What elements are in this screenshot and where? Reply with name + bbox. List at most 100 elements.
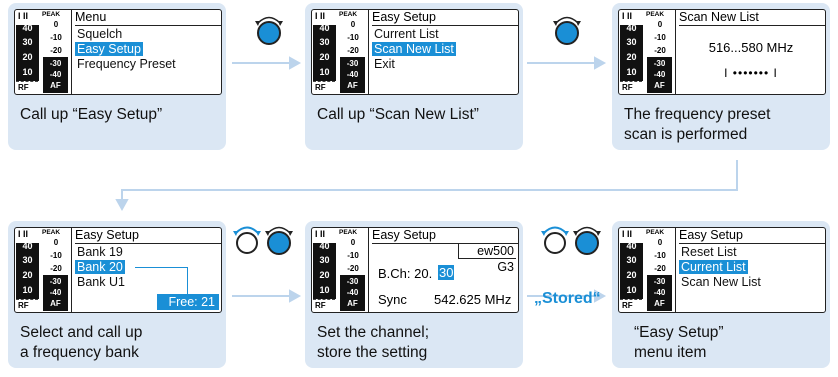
menu-item-selected[interactable]: Scan New List — [372, 42, 456, 56]
menu-item-selected[interactable]: Bank 20 — [75, 260, 125, 274]
rf-label: RF — [622, 83, 633, 92]
caption-line: store the setting — [317, 344, 428, 361]
rf-db-40: 40 — [319, 241, 330, 251]
jog-dial-turn-icon — [232, 222, 262, 256]
af-label: AF — [654, 299, 665, 308]
step-card-4: I II 40 30 20 10 RF PEAK 0 -10 -20 -30 -… — [8, 221, 226, 368]
peak-label: PEAK — [646, 229, 665, 236]
step-card-3: I II 40 30 20 10 RF PEAK 0 -10 -20 -30 -… — [612, 3, 830, 150]
display-screen: I II 40 30 20 10 RF PEAK 0 -10 -20 -30 -… — [14, 9, 222, 95]
peak-label: PEAK — [42, 11, 61, 18]
step-caption: Call up “Scan New List” — [317, 106, 479, 123]
menu-title: Menu — [75, 10, 221, 26]
sync-label: Sync — [378, 292, 407, 307]
display-screen: I II 40 30 20 10 RF PEAK 0 -10 -20 -30 -… — [14, 227, 222, 313]
channel-label: B.Ch: 20. — [378, 266, 433, 281]
menu-title: Scan New List — [679, 10, 825, 26]
af-value: -10 — [50, 251, 62, 260]
af-label: AF — [347, 81, 358, 90]
af-label: AF — [50, 299, 61, 308]
af-meter: PEAK 0 -10 -20 -30 -40 AF — [339, 229, 366, 311]
step-caption: Set the channel; store the setting — [317, 323, 517, 363]
jog-dial-press-icon — [552, 12, 582, 46]
af-value: -20 — [50, 46, 62, 55]
af-value: -10 — [347, 251, 359, 260]
rf-value: 20 — [626, 270, 637, 280]
menu: Easy Setup Reset List Current List Scan … — [677, 228, 825, 312]
step-caption: Select and call up a frequency bank — [20, 323, 220, 363]
free-channels-badge: Free: 21 — [157, 294, 219, 310]
rf-value: 30 — [22, 37, 33, 47]
channel-value[interactable]: 30 — [438, 265, 455, 280]
stored-label: „Stored“ — [534, 290, 601, 307]
level-meter: I II 40 30 20 10 RF PEAK 0 -10 -20 -30 -… — [312, 10, 369, 94]
caption-line: Select and call up — [20, 324, 143, 341]
rf-label: RF — [18, 83, 29, 92]
menu-item[interactable]: Current List — [372, 27, 441, 41]
level-meter: I II 40 30 20 10 RF PEAK 0 -10 -20 -30 -… — [619, 228, 676, 312]
display-screen: I II 40 30 20 10 RF PEAK 0 -10 -20 -30 -… — [311, 9, 519, 95]
af-value: -20 — [654, 264, 666, 273]
step-caption: Call up “Easy Setup” — [20, 106, 163, 123]
menu-item-selected[interactable]: Current List — [679, 260, 748, 274]
rf-value: 20 — [22, 52, 33, 62]
rf-meter: I II 40 30 20 10 RF — [16, 229, 39, 311]
af-value: -20 — [347, 264, 359, 273]
af-meter: PEAK 0 -10 -20 -30 -40 AF — [646, 229, 673, 311]
menu-item-selected[interactable]: Easy Setup — [75, 42, 143, 56]
rf-meter: I II 40 30 20 10 RF — [620, 229, 643, 311]
peak-label: PEAK — [646, 11, 665, 18]
rf-label: RF — [18, 301, 29, 310]
rf-value: 10 — [22, 67, 33, 77]
caption-line: The frequency preset — [624, 106, 771, 123]
af-value: -40 — [653, 288, 666, 297]
af-meter: PEAK 0 -10 -20 -30 -40 AF — [646, 11, 673, 93]
rf-meter: I II 40 30 20 10 RF — [16, 11, 39, 93]
rf-value: 20 — [626, 52, 637, 62]
menu: Easy Setup Bank 19 Bank 20 Bank U1 Free:… — [73, 228, 221, 312]
display-screen: I II 40 30 20 10 RF PEAK 0 -10 -20 -30 -… — [618, 227, 826, 313]
rf-db-40: 40 — [626, 241, 637, 251]
menu-item[interactable]: Bank U1 — [75, 275, 127, 289]
level-meter: I II 40 30 20 10 RF PEAK 0 -10 -20 -30 -… — [312, 228, 369, 312]
menu-item[interactable]: Frequency Preset — [75, 57, 178, 71]
peak-label: PEAK — [42, 229, 61, 236]
menu-item[interactable]: Bank 19 — [75, 245, 125, 259]
af-value: 0 — [657, 20, 663, 29]
scan-progress: I ••••••• I — [724, 66, 778, 80]
menu-title: Easy Setup — [679, 228, 825, 244]
af-value: 0 — [657, 238, 663, 247]
jog-dial-press-icon — [264, 222, 294, 256]
rf-meter: I II 40 30 20 10 RF — [313, 11, 336, 93]
diversity-indicator: I II — [622, 229, 633, 239]
af-value: -40 — [346, 288, 359, 297]
af-meter: PEAK 0 -10 -20 -30 -40 AF — [42, 11, 69, 93]
rf-meter: I II 40 30 20 10 RF — [620, 11, 643, 93]
menu: Scan New List 516...580 MHz I ••••••• I — [677, 10, 825, 94]
menu-item[interactable]: Squelch — [75, 27, 124, 41]
menu-item[interactable]: Exit — [372, 57, 397, 71]
rf-value: 10 — [626, 285, 637, 295]
af-meter: PEAK 0 -10 -20 -30 -40 AF — [339, 11, 366, 93]
af-value: -30 — [49, 277, 62, 286]
af-value: -10 — [50, 33, 62, 42]
level-meter: I II 40 30 20 10 RF PEAK 0 -10 -20 -30 -… — [619, 10, 676, 94]
af-value: -40 — [49, 288, 62, 297]
menu-item[interactable]: Reset List — [679, 245, 739, 259]
menu-title: Easy Setup — [372, 10, 518, 26]
af-label: AF — [347, 299, 358, 308]
af-label: AF — [654, 81, 665, 90]
jog-dial-press-icon — [254, 12, 284, 46]
af-meter: PEAK 0 -10 -20 -30 -40 AF — [42, 229, 69, 311]
af-value: 0 — [350, 20, 356, 29]
af-value: -20 — [654, 46, 666, 55]
level-meter: I II 40 30 20 10 RF PEAK 0 -10 -20 -30 -… — [15, 10, 72, 94]
menu-item[interactable]: Scan New List — [679, 275, 763, 289]
rf-value: 10 — [22, 285, 33, 295]
step-card-2: I II 40 30 20 10 RF PEAK 0 -10 -20 -30 -… — [305, 3, 523, 150]
af-value: -40 — [653, 70, 666, 79]
diversity-indicator: I II — [18, 229, 29, 239]
diversity-indicator: I II — [315, 11, 326, 21]
rf-value: 10 — [319, 67, 330, 77]
display-screen: I II 40 30 20 10 RF PEAK 0 -10 -20 -30 -… — [618, 9, 826, 95]
